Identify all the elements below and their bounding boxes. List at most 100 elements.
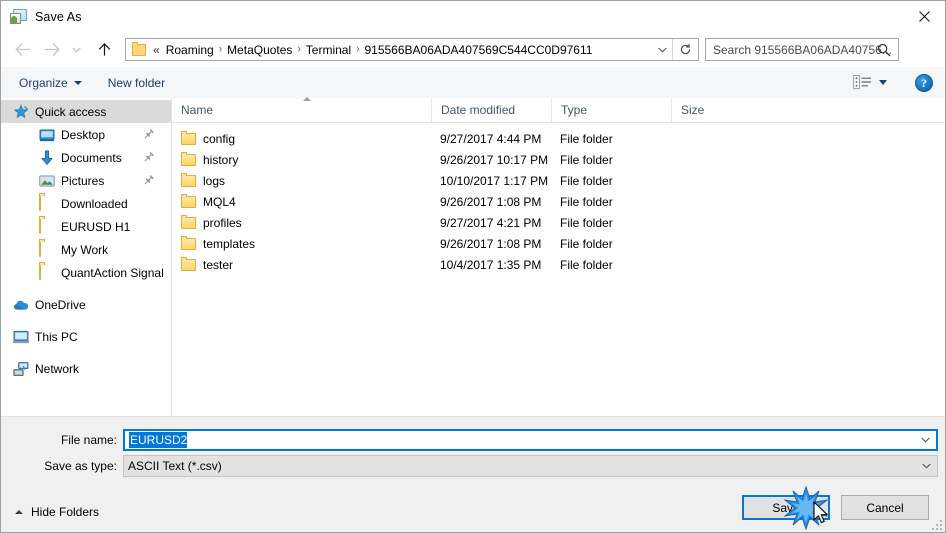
file-name-dropdown-button[interactable] bbox=[921, 431, 930, 449]
new-folder-button[interactable]: New folder bbox=[100, 71, 173, 94]
breadcrumb-item-instance[interactable]: 915566BA06ADA407569C544CC0D97611 bbox=[360, 42, 596, 58]
column-header-date-modified[interactable]: Date modified bbox=[431, 98, 551, 122]
sidebar-item-my-work[interactable]: My Work bbox=[1, 238, 171, 261]
file-date-cell: 9/26/2017 1:08 PM bbox=[440, 194, 542, 209]
address-bar[interactable]: « Roaming › MetaQuotes › Terminal › 9155… bbox=[125, 38, 699, 61]
breadcrumb-item-roaming[interactable]: Roaming bbox=[162, 42, 218, 58]
refresh-button[interactable] bbox=[672, 39, 698, 60]
file-date-cell: 9/27/2017 4:21 PM bbox=[440, 215, 542, 230]
save-as-type-value: ASCII Text (*.csv) bbox=[128, 459, 222, 473]
hide-folders-button[interactable]: Hide Folders bbox=[15, 505, 99, 519]
forward-button[interactable] bbox=[39, 37, 65, 63]
change-view-button[interactable] bbox=[849, 71, 891, 95]
search-input[interactable]: Search 915566BA06ADA40756... bbox=[713, 43, 892, 57]
back-button[interactable] bbox=[9, 37, 35, 63]
file-type-cell: File folder bbox=[560, 236, 613, 251]
back-arrow-icon bbox=[14, 43, 30, 56]
table-row[interactable]: logs 10/10/2017 1:17 PM File folder bbox=[172, 170, 945, 191]
help-icon: ? bbox=[921, 75, 927, 90]
sidebar-item-label: QuantAction Signal bbox=[61, 265, 164, 280]
cancel-button-label: Cancel bbox=[866, 500, 904, 515]
organize-button[interactable]: Organize bbox=[11, 71, 90, 94]
folder-icon bbox=[181, 130, 196, 145]
sidebar-item-label: Network bbox=[35, 361, 80, 376]
file-name-cell: templates bbox=[181, 235, 256, 251]
star-pin-icon bbox=[13, 103, 29, 120]
file-name-row: File name: EURUSD2 bbox=[1, 429, 938, 451]
sidebar-item-label: Pictures bbox=[61, 173, 105, 188]
recent-locations-button[interactable] bbox=[67, 37, 85, 63]
navigation-sidebar[interactable]: Quick access Desktop Documents Pictures Down… bbox=[1, 98, 172, 416]
file-name-text: config bbox=[203, 131, 236, 146]
sidebar-item-label: EURUSD H1 bbox=[61, 219, 131, 234]
file-type-cell: File folder bbox=[560, 257, 613, 272]
sidebar-item-downloaded[interactable]: Downloaded bbox=[1, 192, 171, 215]
save-as-dialog: Save As « Roaming › MetaQuotes › Termina… bbox=[0, 0, 946, 533]
command-bar-right: ? bbox=[849, 67, 945, 98]
table-row[interactable]: history 9/26/2017 10:17 PM File folder bbox=[172, 149, 945, 170]
pin-icon[interactable] bbox=[144, 174, 155, 188]
save-as-type-dropdown-button[interactable] bbox=[922, 456, 931, 476]
column-header-type[interactable]: Type bbox=[551, 98, 671, 122]
file-type-cell: File folder bbox=[560, 131, 613, 146]
breadcrumb-overflow[interactable]: « bbox=[151, 43, 162, 57]
search-button[interactable] bbox=[874, 39, 894, 60]
pin-icon[interactable] bbox=[144, 128, 155, 142]
table-row[interactable]: MQL4 9/26/2017 1:08 PM File folder bbox=[172, 191, 945, 212]
file-date-cell: 9/26/2017 10:17 PM bbox=[440, 152, 549, 167]
sidebar-item-quick-access[interactable]: Quick access bbox=[1, 100, 171, 123]
column-header-name[interactable]: Name bbox=[172, 98, 431, 122]
file-date-cell: 9/26/2017 1:08 PM bbox=[440, 236, 542, 251]
pin-icon[interactable] bbox=[144, 151, 155, 165]
save-as-icon bbox=[10, 8, 27, 25]
table-row[interactable]: templates 9/26/2017 1:08 PM File folder bbox=[172, 233, 945, 254]
breadcrumb-item-terminal[interactable]: Terminal bbox=[302, 42, 355, 58]
folder-icon bbox=[132, 41, 146, 56]
sidebar-item-pictures[interactable]: Pictures bbox=[1, 169, 171, 192]
sidebar-item-this-pc[interactable]: This PC bbox=[1, 325, 171, 348]
view-list-icon bbox=[853, 75, 871, 89]
file-date-cell: 9/27/2017 4:44 PM bbox=[440, 131, 542, 146]
cancel-button[interactable]: Cancel bbox=[841, 495, 929, 520]
save-as-type-label: Save as type: bbox=[44, 459, 117, 473]
breadcrumb-separator[interactable]: › bbox=[296, 43, 301, 56]
column-header-size[interactable]: Size bbox=[671, 98, 751, 122]
folder-icon bbox=[181, 214, 196, 229]
dialog-content: Quick access Desktop Documents Pictures Down… bbox=[1, 97, 945, 416]
help-button[interactable]: ? bbox=[915, 73, 933, 92]
save-button[interactable]: Save bbox=[742, 495, 830, 520]
breadcrumb-separator[interactable]: › bbox=[218, 43, 223, 56]
table-row[interactable]: tester 10/4/2017 1:35 PM File folder bbox=[172, 254, 945, 275]
file-name-text: logs bbox=[203, 173, 226, 188]
breadcrumb-separator[interactable]: › bbox=[355, 43, 360, 56]
file-name-text: templates bbox=[203, 236, 256, 251]
file-name-cell: config bbox=[181, 130, 236, 146]
table-row[interactable]: config 9/27/2017 4:44 PM File folder bbox=[172, 128, 945, 149]
breadcrumb-item-metaquotes[interactable]: MetaQuotes bbox=[223, 42, 296, 58]
chevron-down-icon bbox=[657, 47, 667, 52]
pictures-icon bbox=[39, 173, 55, 189]
file-name-cell: tester bbox=[181, 256, 233, 272]
file-name-input[interactable]: EURUSD2 bbox=[123, 429, 938, 451]
folder-icon bbox=[39, 194, 55, 212]
resize-grip[interactable] bbox=[932, 520, 944, 532]
address-dropdown-button[interactable] bbox=[652, 39, 672, 60]
folder-icon bbox=[181, 151, 196, 166]
up-one-level-button[interactable] bbox=[91, 37, 117, 63]
sidebar-item-documents[interactable]: Documents bbox=[1, 146, 171, 169]
file-list-pane[interactable]: Name Date modified Type Size config 9/27/… bbox=[172, 97, 945, 416]
sidebar-item-desktop[interactable]: Desktop bbox=[1, 123, 171, 146]
sidebar-item-eurusd-h1[interactable]: EURUSD H1 bbox=[1, 215, 171, 238]
file-name-text: profiles bbox=[203, 215, 242, 230]
folder-icon bbox=[181, 256, 196, 271]
save-as-type-select[interactable]: ASCII Text (*.csv) bbox=[123, 455, 938, 477]
file-name-value[interactable]: EURUSD2 bbox=[129, 432, 188, 448]
table-row[interactable]: profiles 9/27/2017 4:21 PM File folder bbox=[172, 212, 945, 233]
file-type-cell: File folder bbox=[560, 173, 613, 188]
sidebar-item-onedrive[interactable]: OneDrive bbox=[1, 293, 171, 316]
search-box[interactable]: Search 915566BA06ADA40756... bbox=[705, 38, 899, 61]
sidebar-item-network[interactable]: Network bbox=[1, 357, 171, 380]
sidebar-item-quantaction-signal[interactable]: QuantAction Signal bbox=[1, 261, 171, 284]
close-button[interactable] bbox=[901, 1, 945, 31]
documents-icon bbox=[39, 150, 55, 166]
